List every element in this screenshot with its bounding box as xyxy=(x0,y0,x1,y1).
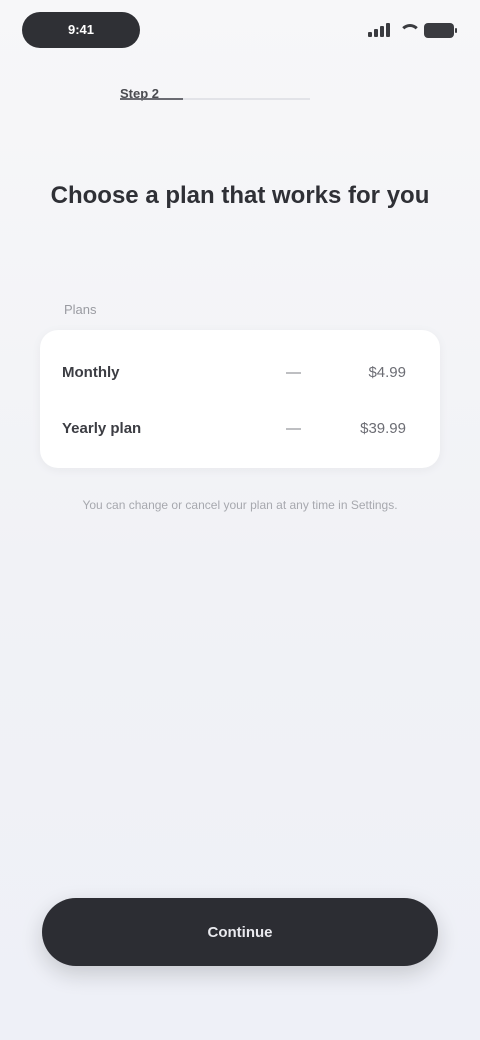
status-icons xyxy=(368,19,457,41)
plans-card: Monthly — $4.99 Yearly plan — $39.99 xyxy=(40,330,440,468)
footnote: You can change or cancel your plan at an… xyxy=(82,498,398,512)
plan-price: $39.99 xyxy=(360,419,406,437)
step-progress: Step 2 xyxy=(120,86,310,101)
plan-name: Monthly xyxy=(62,363,120,381)
plan-row-yearly[interactable]: Yearly plan — $39.99 xyxy=(40,400,440,456)
signal-icon xyxy=(368,23,390,37)
plan-separator: — xyxy=(286,363,301,381)
progress-fill xyxy=(120,98,183,100)
plan-name: Yearly plan xyxy=(62,419,142,437)
subscription-screen: 9:41 Step 2 Choose a plan that works for… xyxy=(0,0,480,1040)
status-bar: 9:41 xyxy=(0,0,480,60)
plan-row-monthly[interactable]: Monthly — $4.99 xyxy=(40,344,440,400)
continue-button[interactable]: Continue xyxy=(42,898,438,966)
progress-track xyxy=(120,98,310,100)
page-title: Choose a plan that works for you xyxy=(50,182,430,209)
battery-icon xyxy=(424,22,457,38)
status-time: 9:41 xyxy=(22,12,140,48)
wifi-icon xyxy=(398,23,421,37)
plan-separator: — xyxy=(286,419,301,437)
section-label: Plans xyxy=(64,302,97,317)
plan-price: $4.99 xyxy=(368,363,406,381)
